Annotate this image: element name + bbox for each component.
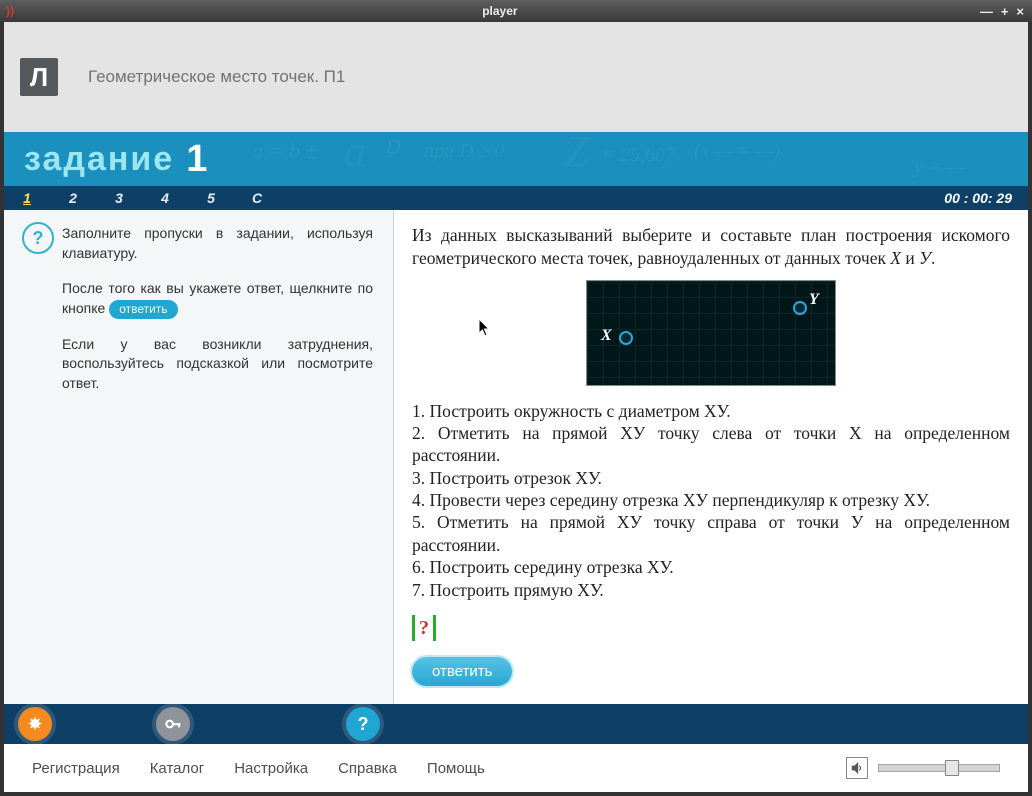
window-controls: — + × xyxy=(980,4,1032,19)
opt-1: 1. Построить окружность с диаметром ХУ. xyxy=(412,400,1010,422)
content: ? Заполните пропуски в задании, использу… xyxy=(4,210,1028,792)
volume-slider[interactable] xyxy=(878,764,1000,772)
task-nav-5[interactable]: 5 xyxy=(188,190,234,206)
menu-catalog[interactable]: Каталог xyxy=(150,760,205,777)
close-button[interactable]: × xyxy=(1016,4,1024,19)
task-number: 1 xyxy=(186,138,207,181)
bottom-toolbar: ✸ ? xyxy=(4,704,1028,744)
lifesaver-icon[interactable]: ✸ xyxy=(18,707,52,741)
point-x xyxy=(619,331,633,345)
menu-help[interactable]: Помощь xyxy=(427,760,485,777)
app-logo: Л xyxy=(20,58,58,96)
window-title: player xyxy=(20,4,980,18)
footer: Регистрация Каталог Настройка Справка По… xyxy=(4,744,1028,792)
label-y: Y xyxy=(809,291,819,309)
task-nav: 1 2 3 4 5 С 00 : 00: 29 xyxy=(4,186,1028,210)
lesson-header: Л Геометрическое место точек. П1 xyxy=(4,22,1028,132)
app-window: )) player — + × Л Геометрическое место т… xyxy=(0,0,1032,796)
options-list: 1. Построить окружность с диаметром ХУ. … xyxy=(412,400,1010,602)
client-area: Л Геометрическое место точек. П1 задание… xyxy=(4,22,1028,792)
opt-6: 6. Построить середину отрезка ХУ. xyxy=(412,556,1010,578)
key-icon[interactable] xyxy=(156,707,190,741)
opt-2: 2. Отметить на прямой ХУ точку слева от … xyxy=(412,422,1010,467)
menu-registration[interactable]: Регистрация xyxy=(32,760,120,777)
opt-7: 7. Построить прямую ХУ. xyxy=(412,579,1010,601)
label-x: X xyxy=(601,327,612,345)
volume-handle[interactable] xyxy=(945,760,959,776)
answer-button[interactable]: ответить xyxy=(412,657,512,686)
hint-button[interactable]: ? xyxy=(346,707,380,741)
task-header: задание 1 a = b ± a D при D ≥ 0 Z ≈ 25,6… xyxy=(4,132,1028,186)
titlebar: )) player — + × xyxy=(0,0,1032,22)
task-nav-1[interactable]: 1 xyxy=(4,190,50,206)
os-menu-icon[interactable]: )) xyxy=(0,4,20,18)
maximize-button[interactable]: + xyxy=(1001,4,1009,19)
question-intro: Из данных высказываний выберите и состав… xyxy=(412,224,1010,270)
opt-5: 5. Отметить на прямой ХУ точку справа от… xyxy=(412,511,1010,556)
instr-p3: Если у вас возникли затруднения, восполь… xyxy=(62,335,373,394)
timer: 00 : 00: 29 xyxy=(944,190,1012,206)
answer-pill-sample: ответить xyxy=(109,300,177,319)
answer-input[interactable]: ? xyxy=(412,615,436,641)
opt-3: 3. Построить отрезок ХУ. xyxy=(412,467,1010,489)
minimize-button[interactable]: — xyxy=(980,4,993,19)
volume-control xyxy=(846,757,1000,779)
speaker-icon[interactable] xyxy=(846,757,868,779)
info-icon: ? xyxy=(22,222,54,254)
point-y xyxy=(793,301,807,315)
instr-p1: Заполните пропуски в задании, используя … xyxy=(62,224,373,263)
task-nav-3[interactable]: 3 xyxy=(96,190,142,206)
instructions-text: Заполните пропуски в задании, используя … xyxy=(62,224,373,393)
task-label: задание xyxy=(24,140,174,179)
task-nav-c[interactable]: С xyxy=(234,190,280,206)
xy-plot: X Y xyxy=(586,280,836,386)
lesson-title: Геометрическое место точек. П1 xyxy=(88,67,345,87)
menu-settings[interactable]: Настройка xyxy=(234,760,308,777)
opt-4: 4. Провести через середину отрезка ХУ пе… xyxy=(412,489,1010,511)
menu-reference[interactable]: Справка xyxy=(338,760,397,777)
task-nav-2[interactable]: 2 xyxy=(50,190,96,206)
instr-p2: После того как вы укажете ответ, щелкнит… xyxy=(62,279,373,318)
plot-wrap: X Y xyxy=(412,280,1010,386)
task-nav-4[interactable]: 4 xyxy=(142,190,188,206)
